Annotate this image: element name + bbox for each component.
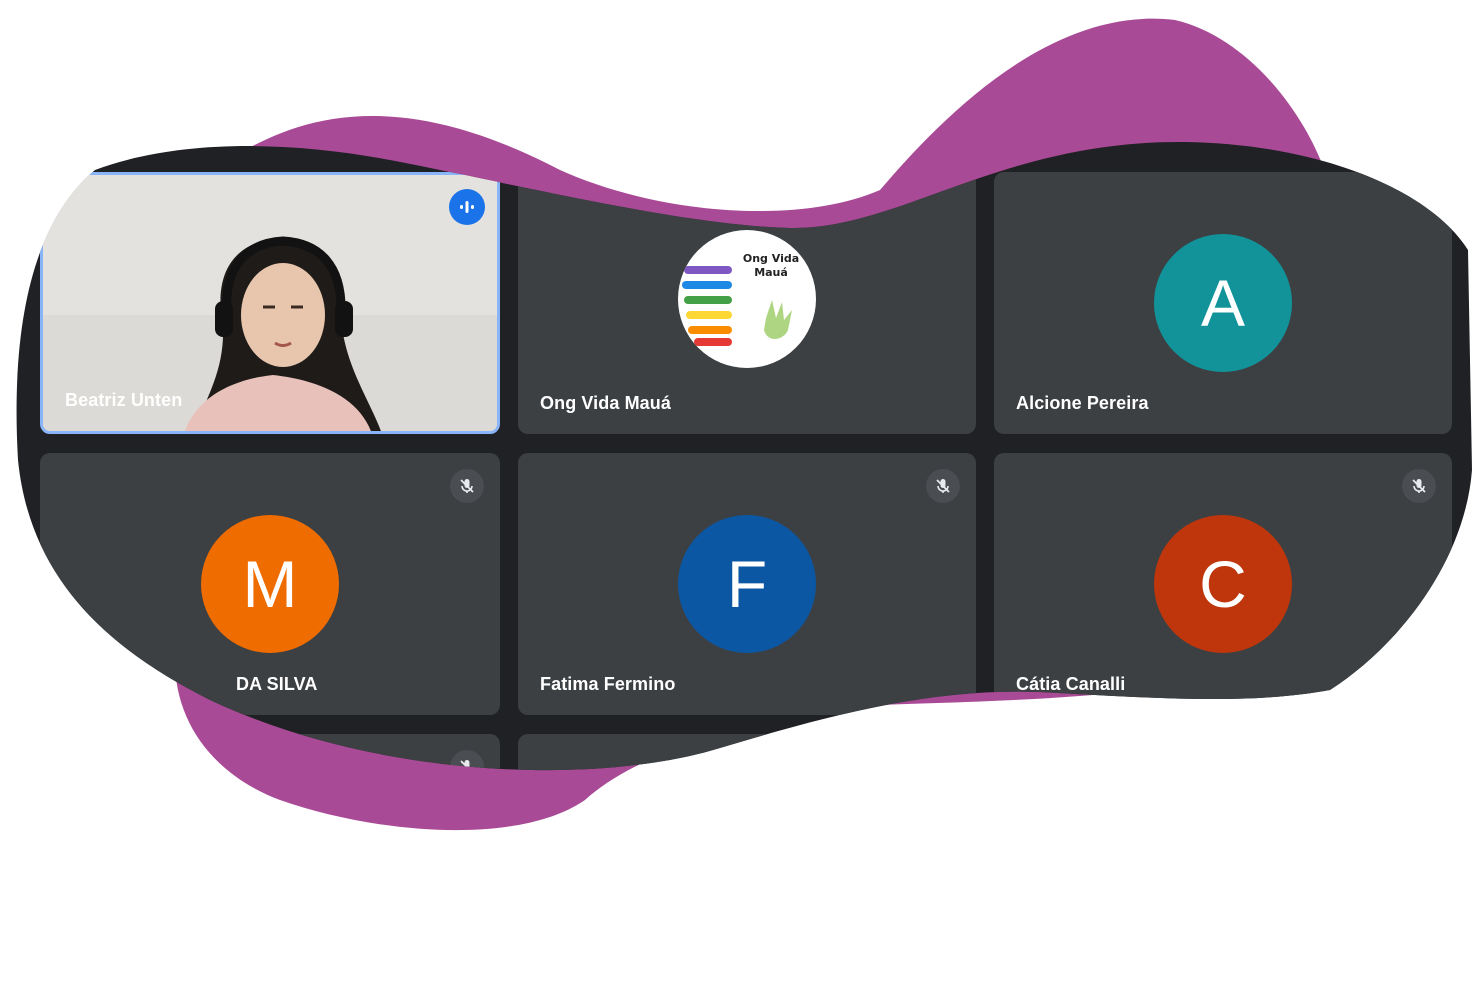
- participant-tile-beatriz[interactable]: Beatriz Unten: [40, 172, 500, 434]
- avatar: F: [678, 515, 816, 653]
- participant-name: DA SILVA: [236, 674, 318, 694]
- avatar: A: [1154, 234, 1292, 372]
- participant-name: Ong Vida Mauá: [540, 393, 671, 413]
- mic-muted-icon: [926, 469, 960, 503]
- participant-name: Fatima Fermino: [540, 674, 676, 694]
- avatar: C: [1154, 515, 1292, 653]
- logo-text: Ong Vida Mauá: [742, 252, 800, 279]
- speaking-indicator-icon: [449, 189, 485, 225]
- mic-muted-icon: [450, 469, 484, 503]
- participant-name: Alcione Pereira: [1016, 393, 1149, 413]
- participant-name: Beatriz Unten: [65, 390, 183, 410]
- participant-tile-fatima[interactable]: F Fatima Fermino: [518, 453, 976, 715]
- avatar: M: [201, 515, 339, 653]
- mic-muted-icon: [1402, 469, 1436, 503]
- ong-vida-maua-logo: Ong Vida Mauá: [678, 230, 816, 368]
- participant-tile-alcione[interactable]: A Alcione Pereira: [994, 172, 1452, 434]
